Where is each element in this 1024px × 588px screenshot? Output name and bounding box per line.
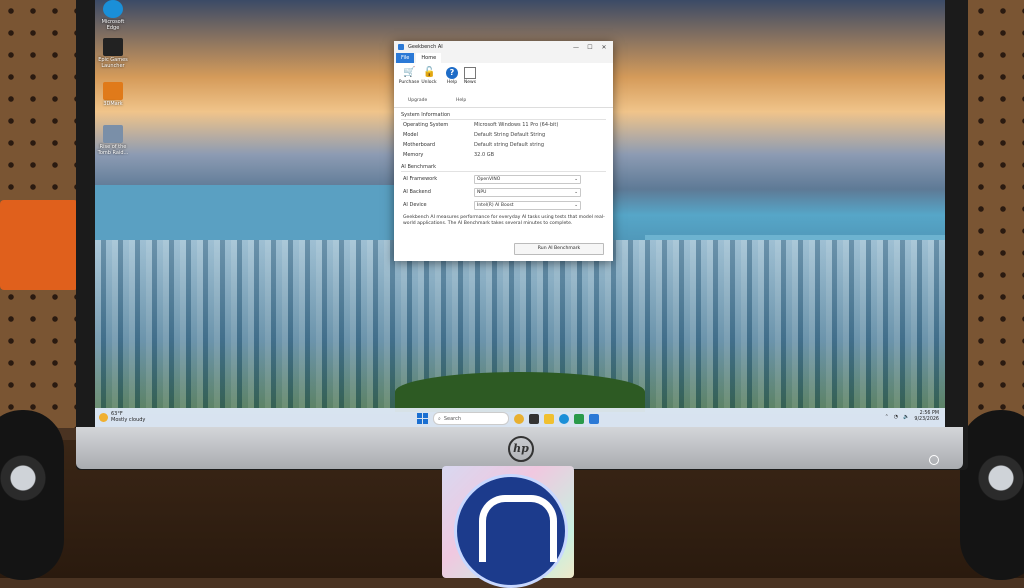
ai-device-value: Intel(R) AI Boost: [477, 202, 514, 208]
sticker-logo: [454, 474, 568, 588]
ai-framework-label: AI Framework: [403, 176, 438, 182]
volume-icon[interactable]: 🔈: [903, 414, 909, 420]
window-title: Geekbench AI: [408, 44, 443, 50]
desktop-icon-edge[interactable]: Microsoft Edge: [97, 0, 129, 31]
tomb-raider-icon: [103, 125, 123, 143]
geekbench-taskbar-icon[interactable]: [589, 413, 599, 424]
ai-backend-label: AI Backend: [403, 189, 431, 195]
info-value: Default String Default String: [474, 132, 546, 138]
3dmark-icon: [103, 82, 123, 100]
info-value: 32.0 GB: [474, 152, 495, 158]
hp-logo: hp: [508, 436, 534, 462]
search-icon: ⌕: [438, 415, 441, 422]
ribbon-group-upgrade: Upgrade: [408, 98, 428, 103]
ai-framework-select[interactable]: OpenVINO ⌄: [474, 174, 581, 184]
app-icon: [398, 44, 404, 50]
info-key: Motherboard: [403, 142, 436, 148]
taskbar-clock[interactable]: 2:56 PM 9/23/2026: [914, 411, 939, 423]
news-button[interactable]: News: [457, 67, 483, 85]
desktop-icon-3dmark[interactable]: 3DMark: [97, 82, 129, 107]
news-icon: [464, 67, 476, 79]
info-key: Memory: [403, 152, 424, 158]
widget-icon[interactable]: [514, 413, 524, 424]
cart-icon: 🛒: [403, 67, 416, 78]
chevron-up-icon[interactable]: ⌃: [885, 414, 889, 420]
unlock-label: Unlock: [421, 80, 437, 85]
edge-icon: [103, 0, 123, 18]
ribbon-group-help: Help: [456, 98, 467, 103]
weather-text: Mostly cloudy: [111, 417, 146, 423]
tab-home[interactable]: Home: [416, 53, 442, 63]
geekbench-window: Geekbench AI — ☐ ✕ File Home 🛒 Purchase …: [394, 41, 613, 261]
info-key: Operating System: [403, 122, 449, 128]
ai-benchmark-title: AI Benchmark: [401, 164, 606, 172]
file-explorer-icon[interactable]: [544, 413, 554, 424]
chevron-down-icon: ⌄: [574, 202, 578, 208]
windows-start-icon[interactable]: [417, 413, 428, 424]
taskbar-center: ⌕ Search: [417, 412, 599, 425]
ai-device-row: AI Device Intel(R) AI Boost ⌄: [401, 200, 606, 210]
system-tray: ⌃ ◔ 🔈 2:56 PM 9/23/2026: [885, 411, 939, 423]
ribbon-tabs: File Home: [394, 53, 613, 63]
ai-device-label: AI Device: [403, 202, 427, 208]
ai-benchmark-description: Geekbench AI measures performance for ev…: [403, 215, 605, 227]
chevron-down-icon: ⌄: [574, 176, 578, 182]
search-placeholder: Search: [443, 415, 461, 422]
info-row-model: Model Default String Default String: [401, 130, 606, 140]
sticker-glyph: [479, 495, 557, 562]
power-icon[interactable]: [929, 455, 939, 465]
taskbar-search[interactable]: ⌕ Search: [433, 412, 509, 425]
run-ai-benchmark-button[interactable]: Run AI Benchmark: [514, 243, 604, 255]
lock-icon: 🔓: [423, 67, 436, 78]
close-button[interactable]: ✕: [599, 44, 609, 51]
store-icon[interactable]: [574, 413, 584, 424]
info-row-motherboard: Motherboard Default string Default strin…: [401, 140, 606, 150]
edge-taskbar-icon[interactable]: [559, 413, 569, 424]
ai-device-select[interactable]: Intel(R) AI Boost ⌄: [474, 200, 581, 210]
minimize-button[interactable]: —: [571, 44, 581, 51]
desktop-icon-tomb-raider[interactable]: Rise of the Tomb Raid...: [97, 125, 129, 156]
tab-file[interactable]: File: [396, 53, 415, 63]
ai-backend-value: NPU: [477, 189, 487, 195]
system-info-section: System Information Operating System Micr…: [394, 112, 613, 228]
ai-backend-select[interactable]: NPU ⌄: [474, 187, 581, 197]
maximize-button[interactable]: ☐: [585, 44, 595, 51]
network-icon[interactable]: ◔: [894, 414, 898, 420]
desktop-screen: Microsoft Edge Epic Games Launcher 3DMar…: [95, 0, 945, 430]
info-row-os: Operating System Microsoft Windows 11 Pr…: [401, 120, 606, 130]
clock-date: 9/23/2026: [914, 417, 939, 422]
desktop-icon-label: Rise of the Tomb Raid...: [97, 144, 129, 156]
desktop-icon-label: 3DMark: [103, 101, 123, 107]
hill: [395, 372, 645, 412]
ai-framework-value: OpenVINO: [477, 176, 501, 182]
speaker-left: [0, 410, 64, 580]
ai-backend-row: AI Backend NPU ⌄: [401, 187, 606, 197]
weather-widget[interactable]: 63°F Mostly cloudy: [99, 411, 145, 423]
task-view-icon[interactable]: [529, 413, 539, 424]
help-label: Help: [446, 80, 458, 85]
orange-bin: [0, 200, 78, 290]
desktop-icon-label: Epic Games Launcher: [98, 57, 128, 69]
ai-framework-row: AI Framework OpenVINO ⌄: [401, 174, 606, 184]
info-value: Microsoft Windows 11 Pro (64-bit): [474, 122, 559, 128]
chevron-down-icon: ⌄: [574, 189, 578, 195]
desktop-icon-label: Microsoft Edge: [101, 19, 125, 31]
info-key: Model: [403, 132, 419, 138]
speaker-right: [960, 410, 1024, 580]
epic-games-icon: [103, 38, 123, 56]
sticker: [442, 466, 574, 588]
info-row-memory: Memory 32.0 GB: [401, 150, 606, 160]
ribbon: 🛒 Purchase 🔓 Unlock ? Help News Upgrade …: [394, 63, 613, 108]
weather-icon: [99, 412, 108, 422]
system-info-title: System Information: [401, 112, 606, 120]
news-label: News: [463, 80, 477, 85]
window-titlebar[interactable]: Geekbench AI — ☐ ✕: [394, 41, 613, 53]
desktop-icon-epic[interactable]: Epic Games Launcher: [97, 38, 129, 69]
info-value: Default string Default string: [474, 142, 545, 148]
